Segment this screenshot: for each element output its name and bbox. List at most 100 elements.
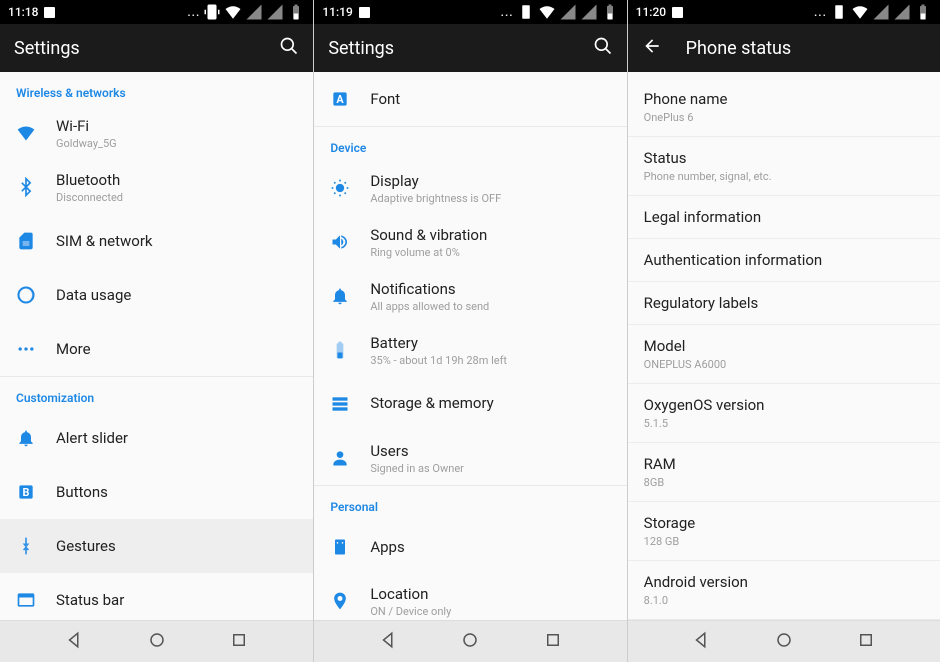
home-button[interactable] (775, 631, 793, 653)
item-label: Sound & vibration (370, 226, 610, 244)
settings-item-location[interactable]: LocationON / Device only (314, 574, 626, 620)
settings-item-users[interactable]: UsersSigned in as Owner (314, 431, 626, 485)
settings-item-notifications[interactable]: NotificationsAll apps allowed to send (314, 269, 626, 323)
bell-icon (16, 428, 56, 448)
signal-icon-2 (266, 3, 284, 21)
status-row-oxygen[interactable]: OxygenOS version5.1.5 (628, 384, 940, 443)
recent-button[interactable] (857, 631, 875, 653)
battery-icon (330, 340, 370, 360)
item-label: Apps (370, 538, 610, 556)
item-label: Alert slider (56, 429, 297, 447)
settings-item-buttons[interactable]: B Buttons (0, 465, 313, 519)
more-icon (16, 339, 56, 359)
status-row-storage[interactable]: Storage128 GB (628, 502, 940, 561)
item-sub: Goldway_5G (56, 137, 297, 150)
data-usage-icon (16, 285, 56, 305)
clock: 11:18 (8, 5, 38, 19)
svg-text:B: B (23, 486, 30, 499)
status-bar: 11:18 ... (0, 0, 313, 24)
search-icon (593, 36, 613, 56)
status-icons: ... (814, 3, 932, 21)
item-label: Data usage (56, 286, 297, 304)
status-row-auth[interactable]: Authentication information (628, 239, 940, 282)
item-label: Storage & memory (370, 394, 610, 412)
clock: 11:20 (636, 5, 666, 19)
signal-icon (872, 3, 890, 21)
item-sub: 35% - about 1d 19h 28m left (370, 354, 610, 367)
gestures-icon (16, 536, 56, 556)
status-row-status[interactable]: StatusPhone number, signal, etc. (628, 137, 940, 196)
recent-button[interactable] (230, 631, 248, 653)
item-label: Display (370, 172, 610, 190)
item-label: Wi-Fi (56, 117, 297, 135)
settings-item-gestures[interactable]: Gestures (0, 519, 313, 573)
back-button[interactable] (692, 631, 710, 653)
status-icons: ... (501, 3, 619, 21)
battery-icon (914, 3, 932, 21)
home-button[interactable] (461, 631, 479, 653)
app-bar: Settings (0, 24, 313, 72)
wifi-icon (538, 3, 556, 21)
settings-item-sound[interactable]: Sound & vibrationRing volume at 0% (314, 215, 626, 269)
item-label: Gestures (56, 537, 297, 555)
phone-screen-2: 11:19 ... Settings A Font Device Display… (313, 0, 626, 662)
item-label: SIM & network (56, 232, 297, 250)
svg-text:A: A (337, 93, 345, 106)
item-label: Battery (370, 334, 610, 352)
storage-icon (330, 394, 370, 414)
navigation-bar (0, 620, 313, 662)
recent-button[interactable] (544, 631, 562, 653)
item-sub: ON / Device only (370, 605, 610, 618)
section-header-personal: Personal (314, 486, 626, 520)
status-row-phone-name[interactable]: Phone nameOnePlus 6 (628, 78, 940, 137)
status-bar: 11:20 ... (628, 0, 940, 24)
sim-icon (16, 231, 56, 251)
app-bar: Settings (314, 24, 626, 72)
section-header-customization: Customization (0, 377, 313, 411)
status-row-ram[interactable]: RAM8GB (628, 443, 940, 502)
location-icon (330, 591, 370, 611)
settings-item-sim[interactable]: SIM & network (0, 214, 313, 268)
item-sub: All apps allowed to send (370, 300, 610, 313)
settings-item-wifi[interactable]: Wi-Fi Goldway_5G (0, 106, 313, 160)
status-row-legal[interactable]: Legal information (628, 196, 940, 239)
back-arrow-button[interactable] (642, 36, 662, 60)
status-row-regulatory[interactable]: Regulatory labels (628, 282, 940, 325)
screenshot-icon (44, 7, 55, 18)
wifi-icon (851, 3, 869, 21)
battery-icon (287, 3, 305, 21)
settings-item-status-bar[interactable]: Status bar (0, 573, 313, 620)
signal-icon-2 (580, 3, 598, 21)
bluetooth-icon (16, 177, 56, 197)
status-row-android[interactable]: Android version8.1.0 (628, 561, 940, 620)
back-button[interactable] (65, 631, 83, 653)
settings-item-data-usage[interactable]: Data usage (0, 268, 313, 322)
home-button[interactable] (148, 631, 166, 653)
settings-list: A Font Device DisplayAdaptive brightness… (314, 72, 626, 620)
settings-list: Wireless & networks Wi-FiGoldway_5G Blue… (0, 72, 313, 620)
back-button[interactable] (379, 631, 397, 653)
screenshot-icon (359, 7, 370, 18)
settings-item-apps[interactable]: Apps (314, 520, 626, 574)
search-button[interactable] (279, 36, 299, 60)
phone-status-list: Phone nameOnePlus 6 StatusPhone number, … (628, 72, 940, 620)
settings-item-bluetooth[interactable]: BluetoothDisconnected (0, 160, 313, 214)
users-icon (330, 448, 370, 468)
apps-icon (330, 537, 370, 557)
wifi-icon (16, 123, 56, 143)
settings-item-battery[interactable]: Battery 35% - about 1d 19h 28m left (314, 323, 626, 377)
status-icons: ... (187, 3, 305, 21)
settings-item-font[interactable]: A Font (314, 72, 626, 126)
settings-item-alert-slider[interactable]: Alert slider (0, 411, 313, 465)
settings-item-more[interactable]: More (0, 322, 313, 376)
page-title: Settings (328, 38, 592, 59)
signal-icon-2 (893, 3, 911, 21)
font-icon: A (330, 89, 370, 109)
status-row-model[interactable]: ModelONEPLUS A6000 (628, 325, 940, 384)
item-sub: Adaptive brightness is OFF (370, 192, 610, 205)
battery-icon (601, 3, 619, 21)
search-button[interactable] (593, 36, 613, 60)
settings-item-display[interactable]: Display Adaptive brightness is OFF (314, 161, 626, 215)
settings-item-storage[interactable]: Storage & memory (314, 377, 626, 431)
arrow-back-icon (642, 36, 662, 56)
